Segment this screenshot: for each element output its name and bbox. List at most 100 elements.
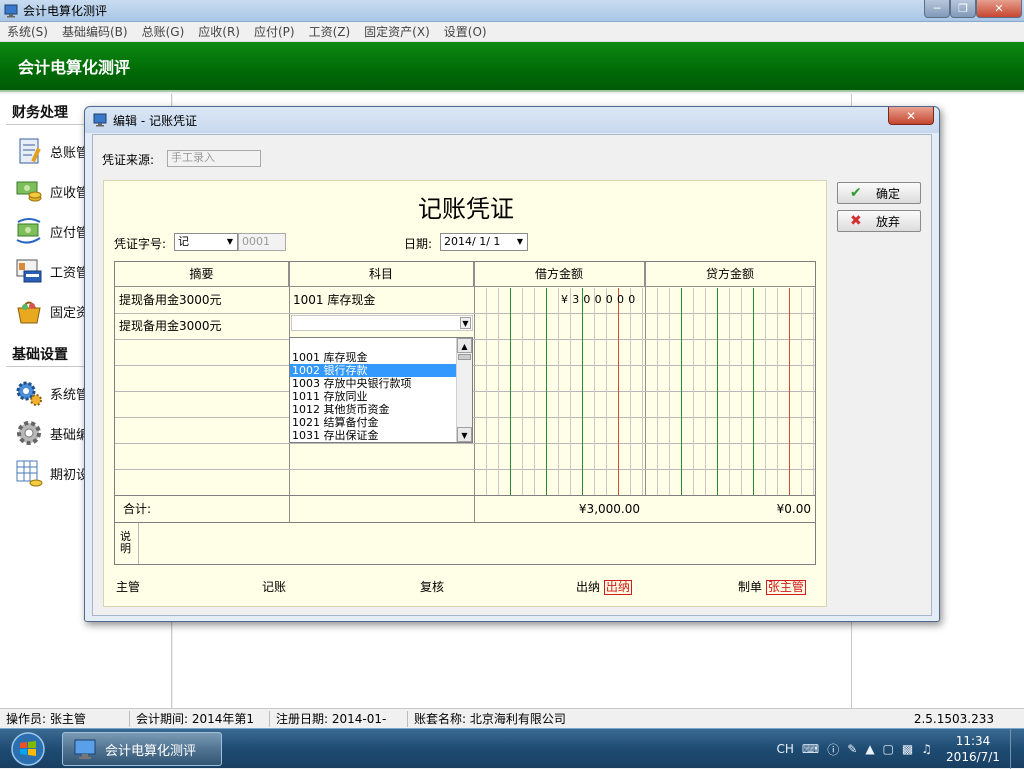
account-dropdown-list: 1001 库存现金 1002 银行存款 1003 存放中央银行款项 1011 存… <box>289 337 473 443</box>
scroll-down-icon[interactable]: ▼ <box>457 427 472 442</box>
col-header-summary: 摘要 <box>115 262 289 287</box>
row1-account[interactable]: 1001 库存现金 <box>293 287 375 313</box>
digit-divider <box>741 288 742 495</box>
voucher-type-select[interactable]: 记 ▼ <box>174 233 238 251</box>
account-option[interactable]: 1031 存出保证金 <box>290 429 472 442</box>
app-banner: 会计电算化测评 <box>0 42 1024 92</box>
start-button-windows-icon[interactable] <box>6 731 50 767</box>
spreadsheet-coins-icon <box>14 458 44 488</box>
volume-icon[interactable]: ♫ <box>921 742 932 756</box>
show-desktop-button[interactable] <box>1010 729 1024 769</box>
row2-summary[interactable]: 提现备用金3000元 <box>119 313 222 339</box>
money-exchange-icon <box>14 216 44 246</box>
cashier-stamp: 出纳 <box>604 580 632 595</box>
row1-debit[interactable]: ¥300000 <box>561 287 639 313</box>
nav-item-ledger[interactable]: 总账管 <box>14 136 89 166</box>
account-option[interactable]: 1021 结算备付金 <box>290 416 472 429</box>
voucher-edit-dialog: 编辑 - 记账凭证 ✕ 凭证来源: 手工录入 ✔ 确定 ✖ 放弃 记账凭证 凭证… <box>84 106 940 622</box>
gears-icon <box>14 378 44 408</box>
supervisor-label: 主管 <box>116 578 140 595</box>
digit-divider <box>582 288 583 495</box>
account-option[interactable]: 1001 库存现金 <box>290 351 472 364</box>
keyboard-icon[interactable]: ⌨ <box>802 742 819 756</box>
digit-divider <box>498 288 499 495</box>
voucher-sheet: 记账凭证 凭证字号: 记 ▼ 0001 日期: 2014/ 1/ 1 ▼ 摘要 … <box>103 180 827 607</box>
cashier-label: 出纳 出纳 <box>576 578 632 595</box>
digit-divider <box>765 288 766 495</box>
menu-system[interactable]: 系统(S) <box>0 23 55 40</box>
voucher-entry-table: 摘要 科目 借方金额 贷方金额 提现备用 <box>114 261 816 523</box>
status-version: 2.5.1503.233 <box>914 712 994 726</box>
menu-bar: 系统(S) 基础编码(B) 总账(G) 应收(R) 应付(P) 工资(Z) 固定… <box>0 22 1024 42</box>
help-icon[interactable]: ⓘ <box>827 741 839 758</box>
id-card-icon <box>14 256 44 286</box>
restore-button[interactable]: ❐ <box>950 0 976 18</box>
dialog-monitor-icon <box>93 113 107 127</box>
account-option[interactable]: 1003 存放中央银行款项 <box>290 377 472 390</box>
menu-payroll[interactable]: 工资(Z) <box>302 23 358 40</box>
digit-divider <box>546 288 547 495</box>
confirm-button[interactable]: ✔ 确定 <box>837 182 921 204</box>
nav-item-opening[interactable]: 期初设 <box>14 458 89 488</box>
language-indicator[interactable]: CH <box>777 742 794 756</box>
dropdown-scrollbar[interactable]: ▲ ▼ <box>456 338 472 442</box>
nav-item-receivables[interactable]: 应收管 <box>14 176 89 206</box>
digit-divider <box>729 288 730 495</box>
menu-settings[interactable]: 设置(O) <box>437 23 494 40</box>
menu-payables[interactable]: 应付(P) <box>247 23 302 40</box>
money-coins-icon <box>14 176 44 206</box>
cancel-button[interactable]: ✖ 放弃 <box>837 210 921 232</box>
nav-item-base-codes[interactable]: 基础编 <box>14 418 89 448</box>
digit-divider <box>669 288 670 495</box>
account-option[interactable]: 1012 其他货币资金 <box>290 403 472 416</box>
close-button[interactable]: ✕ <box>976 0 1022 18</box>
bookkeeper-label: 记账 <box>262 578 286 595</box>
device-icon[interactable]: ▢ <box>883 742 894 756</box>
maker-label: 制单 张主管 <box>738 578 806 595</box>
scroll-thumb[interactable] <box>458 354 471 360</box>
minimize-button[interactable]: ─ <box>924 0 950 18</box>
notebook-icon <box>14 136 44 166</box>
date-picker[interactable]: 2014/ 1/ 1 ▼ <box>440 233 528 251</box>
dialog-close-button[interactable]: ✕ <box>888 107 934 125</box>
menu-fixed-assets[interactable]: 固定资产(X) <box>357 23 437 40</box>
date-value: 2014/ 1/ 1 <box>444 235 500 248</box>
network-icon[interactable]: ▩ <box>902 742 913 756</box>
x-icon: ✖ <box>850 213 866 229</box>
account-option-selected[interactable]: 1002 银行存款 <box>290 364 472 377</box>
voucher-type-value: 记 <box>178 235 189 248</box>
digit-divider <box>486 288 487 495</box>
chevron-down-icon: ▼ <box>227 234 233 250</box>
total-credit: ¥0.00 <box>645 496 811 522</box>
nav-item-payroll[interactable]: 工资管 <box>14 256 89 286</box>
menu-general-ledger[interactable]: 总账(G) <box>135 23 192 40</box>
clock[interactable]: 11:34 2016/7/1 <box>936 733 1010 765</box>
row2-account-select[interactable]: ▼ <box>291 315 473 331</box>
check-icon: ✔ <box>850 185 866 201</box>
nav-item-system[interactable]: 系统管 <box>14 378 89 408</box>
dialog-body: 凭证来源: 手工录入 ✔ 确定 ✖ 放弃 记账凭证 凭证字号: 记 ▼ 0001… <box>92 134 932 616</box>
gear-icon <box>14 418 44 448</box>
nav-item-fixed-assets[interactable]: 固定资 <box>14 296 89 326</box>
date-label: 日期: <box>404 235 432 252</box>
digit-divider <box>534 288 535 495</box>
chevron-down-icon: ▼ <box>517 234 523 250</box>
chevron-down-icon: ▼ <box>460 317 471 329</box>
menu-receivables[interactable]: 应收(R) <box>191 23 247 40</box>
digit-divider <box>705 288 706 495</box>
row1-summary[interactable]: 提现备用金3000元 <box>119 287 222 313</box>
total-debit: ¥3,000.00 <box>474 496 640 522</box>
note-area[interactable]: 说明 <box>114 523 816 565</box>
nav-item-payables[interactable]: 应付管 <box>14 216 89 246</box>
account-option[interactable]: 1011 存放同业 <box>290 390 472 403</box>
source-label: 凭证来源: <box>102 151 154 168</box>
scroll-up-icon[interactable]: ▲ <box>457 338 472 353</box>
menu-base-codes[interactable]: 基础编码(B) <box>55 23 135 40</box>
digit-divider <box>657 288 658 495</box>
digit-divider <box>717 288 718 495</box>
tray-expand-icon[interactable]: ▲ <box>865 742 874 756</box>
pen-icon[interactable]: ✎ <box>847 742 857 756</box>
note-label: 说明 <box>115 523 139 564</box>
taskbar-app-button[interactable]: 会计电算化测评 <box>62 732 222 766</box>
digit-divider <box>570 288 571 495</box>
